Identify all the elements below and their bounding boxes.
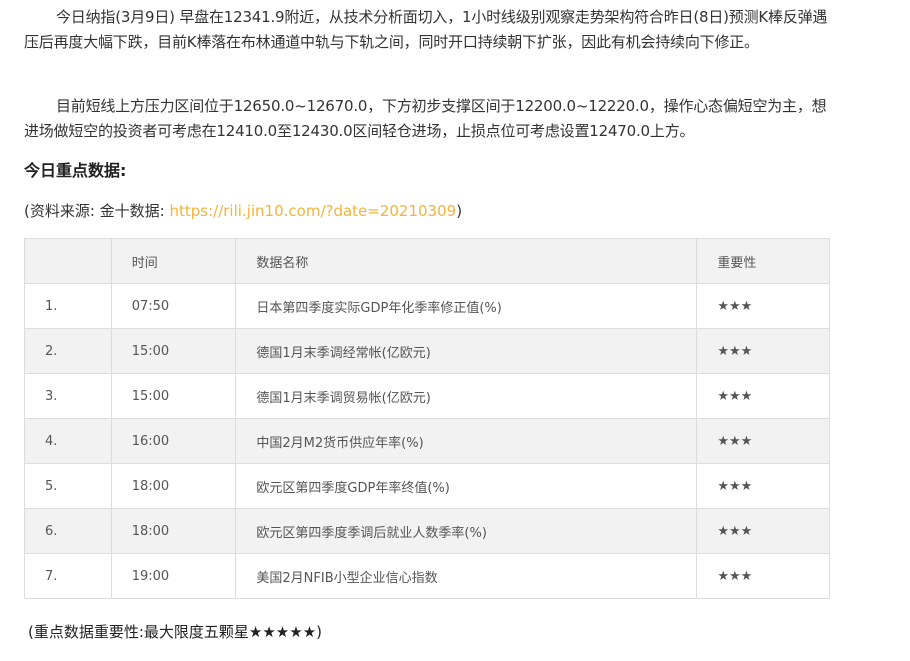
source-link[interactable]: https://rili.jin10.com/?date=20210309 <box>170 202 457 220</box>
row-index: 5. <box>24 463 112 509</box>
row-index: 7. <box>24 553 112 599</box>
row-importance: ★★★ <box>696 553 830 599</box>
row-time: 16:00 <box>110 418 237 464</box>
row-index: 6. <box>24 508 112 554</box>
header-time: 时间 <box>110 238 237 284</box>
table-row: 3. 15:00 德国1月末季调贸易帐(亿欧元) ★★★ <box>24 373 830 419</box>
row-importance: ★★★ <box>696 463 830 509</box>
row-importance: ★★★ <box>696 508 830 554</box>
source-suffix: ) <box>456 202 463 220</box>
table-header-row: 时间 数据名称 重要性 <box>24 238 830 284</box>
row-data-name: 德国1月末季调贸易帐(亿欧元) <box>235 373 698 419</box>
row-time: 18:00 <box>110 508 237 554</box>
row-data-name: 欧元区第四季度季调后就业人数季率(%) <box>235 508 698 554</box>
table-row: 4. 16:00 中国2月M2货币供应年率(%) ★★★ <box>24 418 830 464</box>
row-data-name: 欧元区第四季度GDP年率终值(%) <box>235 463 698 509</box>
row-time: 07:50 <box>110 283 237 329</box>
row-importance: ★★★ <box>696 373 830 419</box>
importance-note: (重点数据重要性:最大限度五颗星★★★★★) <box>28 623 322 641</box>
header-data-name: 数据名称 <box>235 238 698 284</box>
table-row: 1. 07:50 日本第四季度实际GDP年化季率修正值(%) ★★★ <box>24 283 830 329</box>
header-index <box>24 238 112 284</box>
row-data-name: 日本第四季度实际GDP年化季率修正值(%) <box>235 283 698 329</box>
row-index: 1. <box>24 283 112 329</box>
table-row: 5. 18:00 欧元区第四季度GDP年率终值(%) ★★★ <box>24 463 830 509</box>
analysis-paragraph-1-text: 今日纳指(3月9日) 早盘在12341.9附近，从技术分析面切入，1小时线级别观… <box>24 8 828 51</box>
row-data-name: 美国2月NFIB小型企业信心指数 <box>235 553 698 599</box>
row-importance: ★★★ <box>696 418 830 464</box>
analysis-paragraph-2: 目前短线上方压力区间位于12650.0~12670.0，下方初步支撑区间于122… <box>24 94 834 143</box>
table-row: 6. 18:00 欧元区第四季度季调后就业人数季率(%) ★★★ <box>24 508 830 554</box>
source-prefix: (资料来源: 金十数据: <box>24 202 170 220</box>
row-index: 2. <box>24 328 112 374</box>
header-importance: 重要性 <box>696 238 830 284</box>
key-data-table: 时间 数据名称 重要性 1. 07:50 日本第四季度实际GDP年化季率修正值(… <box>24 238 830 599</box>
source-line: (资料来源: 金十数据: https://rili.jin10.com/?dat… <box>24 200 462 221</box>
row-time: 15:00 <box>110 328 237 374</box>
row-time: 19:00 <box>110 553 237 599</box>
row-importance: ★★★ <box>696 328 830 374</box>
table-row: 2. 15:00 德国1月末季调经常帐(亿欧元) ★★★ <box>24 328 830 374</box>
row-importance: ★★★ <box>696 283 830 329</box>
key-data-heading: 今日重点数据: <box>24 161 127 180</box>
row-time: 15:00 <box>110 373 237 419</box>
table-row: 7. 19:00 美国2月NFIB小型企业信心指数 ★★★ <box>24 553 830 599</box>
analysis-paragraph-1: 今日纳指(3月9日) 早盘在12341.9附近，从技术分析面切入，1小时线级别观… <box>24 5 834 54</box>
row-data-name: 中国2月M2货币供应年率(%) <box>235 418 698 464</box>
row-index: 3. <box>24 373 112 419</box>
analysis-paragraph-2-text: 目前短线上方压力区间位于12650.0~12670.0，下方初步支撑区间于122… <box>24 97 827 140</box>
row-data-name: 德国1月末季调经常帐(亿欧元) <box>235 328 698 374</box>
row-index: 4. <box>24 418 112 464</box>
row-time: 18:00 <box>110 463 237 509</box>
